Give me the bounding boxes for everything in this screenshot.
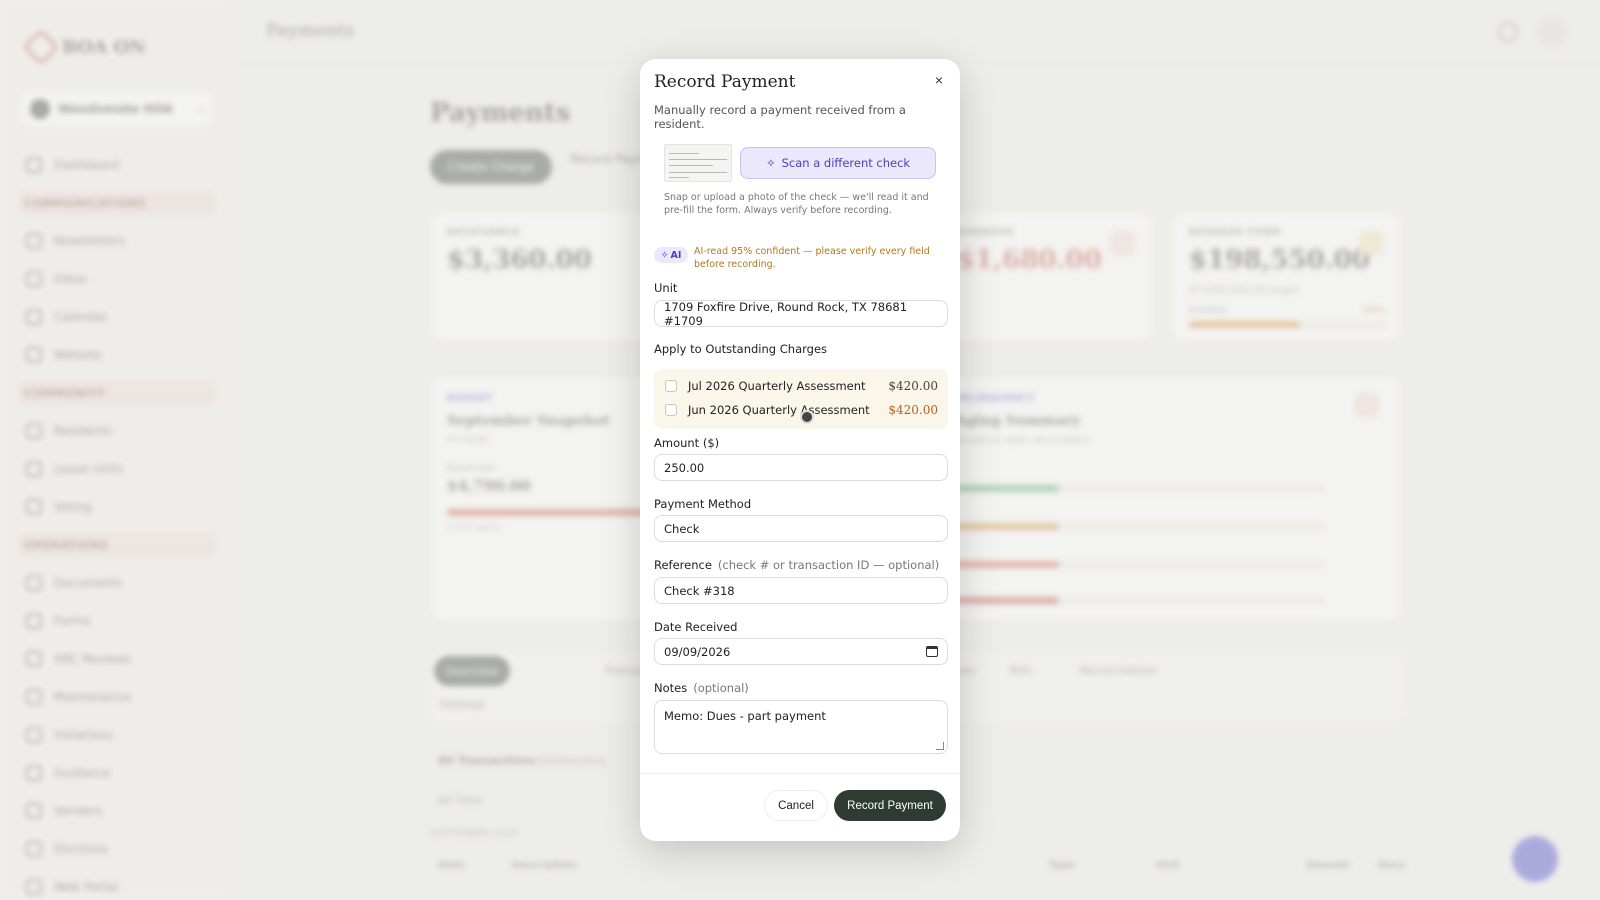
amount-input[interactable]: 250.00	[654, 454, 948, 481]
resize-handle[interactable]	[936, 742, 944, 750]
method-value: Check	[664, 521, 700, 536]
calendar-icon[interactable]	[926, 646, 938, 657]
mouse-cursor	[800, 410, 814, 424]
reference-label: Reference (check # or transaction ID — op…	[654, 558, 939, 572]
sparkle-icon: ✧	[765, 156, 776, 170]
charge-label: Jun 2026 Quarterly Assessment	[688, 403, 870, 417]
unit-select[interactable]: 1709 Foxfire Drive, Round Rock, TX 78681…	[654, 299, 948, 328]
date-value: 09/09/2026	[664, 644, 731, 659]
date-label: Date Received	[654, 620, 738, 634]
notes-hint: (optional)	[693, 681, 749, 695]
dialog-subtitle: Manually record a payment received from …	[654, 103, 906, 131]
ai-badge-label: AI	[670, 249, 682, 261]
notes-label: Notes (optional)	[654, 681, 749, 695]
scan-help-text: Snap or upload a photo of the check — we…	[664, 192, 929, 216]
reference-value: Check #318	[664, 583, 735, 598]
notes-label-text: Notes	[654, 681, 688, 695]
charge-label: Jul 2026 Quarterly Assessment	[688, 379, 866, 393]
scan-check-label: Scan a different check	[781, 156, 911, 170]
method-label: Payment Method	[654, 497, 752, 511]
amount-label: Amount ($)	[654, 436, 720, 450]
charge-checkbox[interactable]	[665, 404, 677, 416]
charge-amount: $420.00	[888, 379, 938, 393]
unit-value: 1709 Foxfire Drive, Round Rock, TX 78681…	[664, 299, 908, 328]
unit-label: Unit	[654, 281, 678, 295]
charge-amount: $420.00	[888, 403, 938, 417]
reference-hint: (check # or transaction ID — optional)	[717, 558, 940, 572]
reference-input[interactable]: Check #318	[654, 577, 948, 604]
reference-label-text: Reference	[654, 558, 712, 572]
charge-row[interactable]: Jul 2026 Quarterly Assessment $420.00	[654, 375, 948, 397]
sparkle-icon: ✧	[660, 249, 669, 261]
dialog-title: Record Payment	[654, 72, 796, 92]
check-thumbnail	[664, 144, 732, 182]
record-payment-dialog: Record Payment × Manually record a payme…	[640, 59, 960, 841]
ai-badge: ✧ AI	[654, 247, 688, 263]
dialog-footer: Cancel Record Payment	[640, 773, 960, 841]
payment-method-select[interactable]: Check	[654, 515, 948, 542]
close-icon[interactable]: ×	[930, 71, 948, 89]
submit-record-payment-button[interactable]: Record Payment	[834, 790, 946, 821]
notes-textarea[interactable]: Memo: Dues - part payment	[654, 700, 948, 754]
amount-value: 250.00	[664, 460, 705, 475]
charge-checkbox[interactable]	[665, 380, 677, 392]
charges-label: Apply to Outstanding Charges	[654, 342, 828, 356]
notes-value: Memo: Dues - part payment	[664, 709, 826, 723]
ai-confidence-note: AI-read 95% confident — please verify ev…	[694, 246, 930, 270]
date-input[interactable]: 09/09/2026	[654, 638, 948, 665]
cancel-button[interactable]: Cancel	[764, 790, 828, 821]
scan-check-button[interactable]: ✧ Scan a different check	[740, 147, 936, 179]
